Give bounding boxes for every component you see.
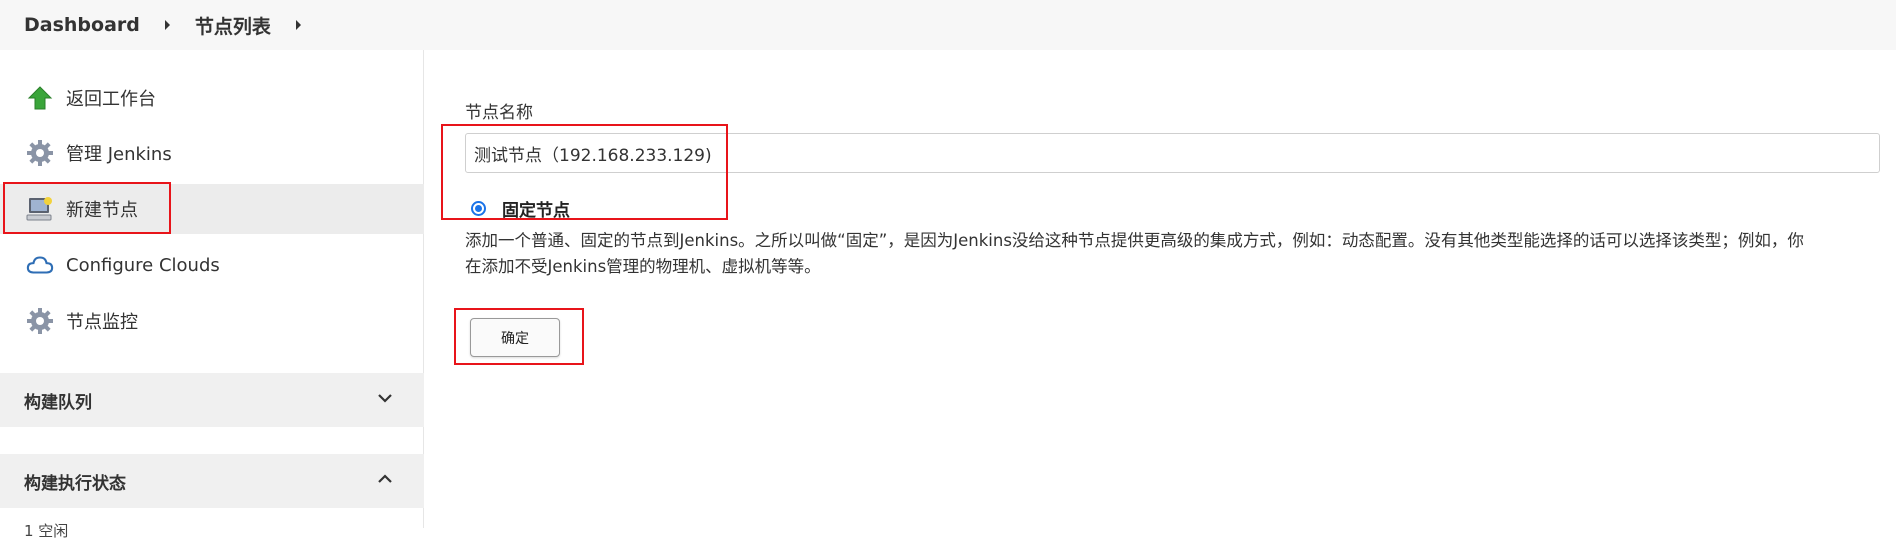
main-content: 节点名称 固定节点 添加一个普通、固定的节点到Jenkins。之所以叫做“固定”…	[465, 0, 1880, 528]
sidebar-item-manage-jenkins[interactable]: 管理 Jenkins	[0, 128, 424, 178]
sidebar-item-back-to-dashboard[interactable]: 返回工作台	[0, 73, 424, 123]
chevron-up-icon[interactable]	[376, 470, 394, 493]
description-line: 添加一个普通、固定的节点到Jenkins。之所以叫做“固定”，是因为Jenkin…	[465, 231, 1804, 250]
radio-label: 固定节点	[502, 201, 570, 221]
executor-item: 1 空闲	[24, 522, 69, 540]
sidebar: 返回工作台 管理 Jenkins 新建节点 Configure Clouds 节…	[0, 50, 424, 540]
description-line: 在添加不受Jenkins管理的物理机、虚拟机等等。	[465, 257, 821, 276]
sidebar-item-label: 返回工作台	[66, 89, 156, 110]
node-name-input[interactable]	[465, 133, 1880, 173]
section-title: 构建执行状态	[24, 473, 126, 494]
sidebar-item-node-monitor[interactable]: 节点监控	[0, 296, 424, 346]
chevron-down-icon[interactable]	[376, 389, 394, 412]
breadcrumb-dashboard[interactable]: Dashboard	[24, 14, 140, 36]
sidebar-item-label: 节点监控	[66, 312, 138, 333]
computer-icon	[26, 195, 54, 223]
sidebar-item-label: 管理 Jenkins	[66, 144, 172, 165]
up-arrow-icon	[26, 84, 54, 112]
sidebar-item-label: Configure Clouds	[66, 254, 220, 276]
breadcrumb-node-list[interactable]: 节点列表	[195, 12, 271, 39]
build-executor-status-section[interactable]: 构建执行状态	[0, 454, 424, 508]
breadcrumb-chevron-icon[interactable]	[164, 20, 170, 30]
sidebar-item-new-node[interactable]: 新建节点	[0, 184, 424, 234]
sidebar-item-configure-clouds[interactable]: Configure Clouds	[0, 240, 424, 290]
breadcrumb-chevron-icon[interactable]	[295, 20, 301, 30]
ok-button[interactable]: 确定	[470, 318, 560, 357]
sidebar-item-label: 新建节点	[66, 200, 138, 221]
build-queue-section[interactable]: 构建队列	[0, 373, 424, 427]
radio-button[interactable]	[471, 201, 486, 216]
permanent-node-option[interactable]: 固定节点	[471, 196, 570, 221]
node-type-description: 添加一个普通、固定的节点到Jenkins。之所以叫做“固定”，是因为Jenkin…	[465, 228, 1880, 280]
gear-icon	[26, 139, 54, 167]
node-name-label: 节点名称	[465, 103, 533, 123]
gear-icon	[26, 307, 54, 335]
section-title: 构建队列	[24, 392, 92, 413]
cloud-icon	[26, 251, 54, 279]
